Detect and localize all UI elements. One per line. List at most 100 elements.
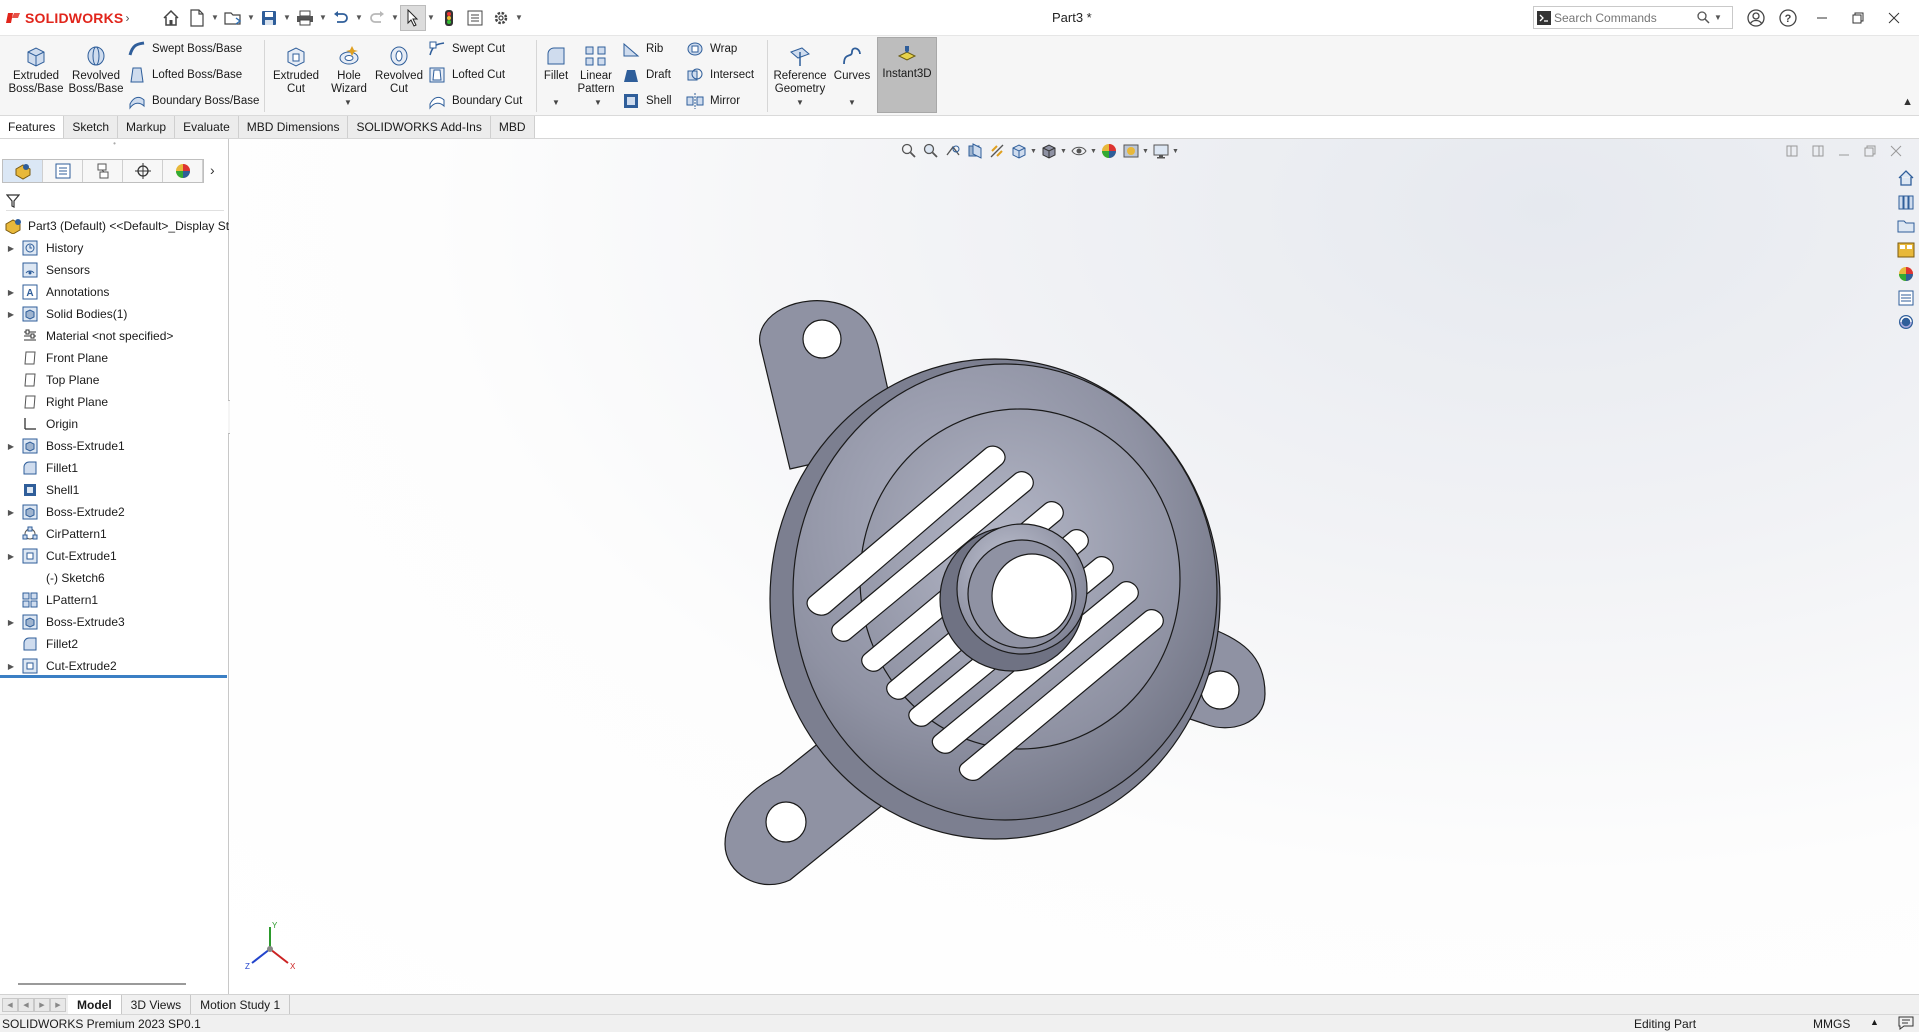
search-commands[interactable]: ▼: [1533, 6, 1733, 29]
chevron-down-icon[interactable]: ▼: [318, 13, 328, 22]
chevron-down-icon[interactable]: ▼: [282, 13, 292, 22]
design-library-icon[interactable]: [1893, 190, 1919, 214]
revolved-boss-button[interactable]: Revolved Boss/Base: [66, 40, 126, 96]
tree-item-fillet2[interactable]: Fillet2: [0, 633, 229, 655]
close-icon[interactable]: [1883, 141, 1909, 161]
tree-item-shell1[interactable]: Shell1: [0, 479, 229, 501]
chevron-down-icon[interactable]: ▼: [1090, 148, 1098, 155]
tree-item-boss-extrude3[interactable]: ▶ Boss-Extrude3: [0, 611, 229, 633]
save-icon[interactable]: [256, 5, 282, 31]
chevron-down-icon[interactable]: ▼: [354, 13, 364, 22]
swept-cut-button[interactable]: Swept Cut: [428, 38, 505, 60]
tab-markup[interactable]: Markup: [118, 116, 176, 138]
view-settings-icon[interactable]: [1150, 140, 1172, 162]
zoom-to-fit-icon[interactable]: [898, 140, 920, 162]
dynamic-annotation-icon[interactable]: [986, 140, 1008, 162]
hole-wizard-button[interactable]: Hole Wizard: [324, 40, 374, 96]
tree-item-lpattern1[interactable]: LPattern1: [0, 589, 229, 611]
search-icon[interactable]: [1694, 11, 1712, 24]
reference-geometry-button[interactable]: Reference Geometry: [770, 40, 830, 96]
tree-item-sketch6[interactable]: (-) Sketch6: [0, 567, 229, 589]
solidworks-resources-icon[interactable]: [1893, 166, 1919, 190]
rebuild-icon[interactable]: [436, 5, 462, 31]
tile-right-icon[interactable]: [1805, 141, 1831, 161]
tree-item-front-plane[interactable]: Front Plane: [0, 347, 229, 369]
prev-tab-icon[interactable]: ◀: [18, 997, 34, 1012]
view-palette-icon[interactable]: [1893, 238, 1919, 262]
rib-button[interactable]: Rib: [622, 38, 663, 60]
instant3d-button[interactable]: Instant3D: [877, 37, 937, 113]
unit-system[interactable]: MMGS: [1813, 1017, 1850, 1031]
search-input[interactable]: [1554, 10, 1694, 25]
print-icon[interactable]: [292, 5, 318, 31]
expand-arrow-icon[interactable]: ▶: [2, 288, 20, 297]
extruded-boss-button[interactable]: Extruded Boss/Base: [6, 40, 66, 96]
chevron-down-icon[interactable]: ▼: [796, 98, 804, 107]
tree-item-cut-extrude2[interactable]: ▶ Cut-Extrude2: [0, 655, 229, 677]
tab-evaluate[interactable]: Evaluate: [175, 116, 239, 138]
wrap-button[interactable]: Wrap: [686, 38, 737, 60]
tab-mbd[interactable]: MBD: [490, 116, 535, 138]
custom-properties-icon[interactable]: [1893, 286, 1919, 310]
chevron-down-icon[interactable]: ▼: [594, 98, 602, 107]
collapse-ribbon-icon[interactable]: ▲: [1902, 96, 1913, 108]
tree-item-sensors[interactable]: Sensors: [0, 259, 229, 281]
fillet-button[interactable]: Fillet: [538, 40, 574, 83]
linear-pattern-button[interactable]: Linear Pattern: [574, 40, 618, 96]
tree-item-solid-bodies-1[interactable]: ▶ Solid Bodies(1): [0, 303, 229, 325]
expand-arrow-icon[interactable]: ▶: [2, 508, 20, 517]
tree-item-material-not-specified[interactable]: Material <not specified>: [0, 325, 229, 347]
display-manager-tab-icon[interactable]: [163, 160, 203, 182]
minimize-icon[interactable]: [1831, 141, 1857, 161]
tree-item-cut-extrude1[interactable]: ▶ Cut-Extrude1: [0, 545, 229, 567]
chevron-up-icon[interactable]: ▲: [1870, 1017, 1879, 1027]
file-explorer-icon[interactable]: [1893, 214, 1919, 238]
tab-features[interactable]: Features: [0, 116, 65, 138]
tree-item-boss-extrude1[interactable]: ▶ Boss-Extrude1: [0, 435, 229, 457]
extruded-cut-button[interactable]: Extruded Cut: [268, 40, 324, 96]
boundary-boss-button[interactable]: Boundary Boss/Base: [128, 90, 259, 112]
swept-boss-button[interactable]: Swept Boss/Base: [128, 38, 242, 60]
open-folder-icon[interactable]: [220, 5, 246, 31]
expand-arrow-icon[interactable]: ▶: [2, 552, 20, 561]
boundary-cut-button[interactable]: Boundary Cut: [428, 90, 522, 112]
home-icon[interactable]: [158, 5, 184, 31]
tab-sketch[interactable]: Sketch: [64, 116, 119, 138]
chevron-down-icon[interactable]: ▼: [1712, 13, 1724, 22]
chevron-down-icon[interactable]: ▼: [390, 13, 400, 22]
chevron-down-icon[interactable]: ▼: [1030, 148, 1038, 155]
tab-solidworks-add-ins[interactable]: SOLIDWORKS Add-Ins: [348, 116, 491, 138]
chevron-down-icon[interactable]: ▼: [426, 13, 436, 22]
filter-icon[interactable]: [6, 193, 20, 208]
minimize-icon[interactable]: [1804, 0, 1840, 36]
hide-show-items-icon[interactable]: [1068, 140, 1090, 162]
graphics-area[interactable]: ▼ ▼ ▼ ▼ ▼ Y X Z: [230, 139, 1919, 994]
appearances-icon[interactable]: [1893, 262, 1919, 286]
mirror-button[interactable]: Mirror: [686, 90, 740, 112]
tree-item-boss-extrude2[interactable]: ▶ Boss-Extrude2: [0, 501, 229, 523]
chevron-down-icon[interactable]: ▼: [1172, 148, 1180, 155]
intersect-button[interactable]: Intersect: [686, 64, 754, 86]
chevron-down-icon[interactable]: ▼: [246, 13, 256, 22]
expand-arrow-icon[interactable]: ▶: [2, 310, 20, 319]
expand-arrow-icon[interactable]: ▶: [2, 618, 20, 627]
tree-item-fillet1[interactable]: Fillet1: [0, 457, 229, 479]
close-icon[interactable]: [1876, 0, 1912, 36]
tab-mbd-dimensions[interactable]: MBD Dimensions: [238, 116, 349, 138]
tree-item-top-plane[interactable]: Top Plane: [0, 369, 229, 391]
chevron-down-icon[interactable]: ▼: [514, 13, 524, 22]
tree-item-cirpattern1[interactable]: CirPattern1: [0, 523, 229, 545]
chevron-right-icon[interactable]: ›: [210, 162, 215, 178]
chevron-down-icon[interactable]: ▼: [344, 98, 352, 107]
expand-arrow-icon[interactable]: ▶: [2, 662, 20, 671]
restore-icon[interactable]: [1857, 141, 1883, 161]
solidworks-logo[interactable]: SOLIDWORKS ›: [0, 0, 138, 36]
chevron-right-icon[interactable]: ›: [125, 11, 129, 25]
lofted-cut-button[interactable]: Lofted Cut: [428, 64, 505, 86]
previous-view-icon[interactable]: [942, 140, 964, 162]
property-manager-tab-icon[interactable]: [43, 160, 83, 182]
panel-grip[interactable]: •: [0, 139, 229, 149]
part-model-3d[interactable]: [650, 254, 1290, 894]
chevron-down-icon[interactable]: ▼: [848, 98, 856, 107]
chevron-down-icon[interactable]: ▼: [552, 98, 560, 107]
